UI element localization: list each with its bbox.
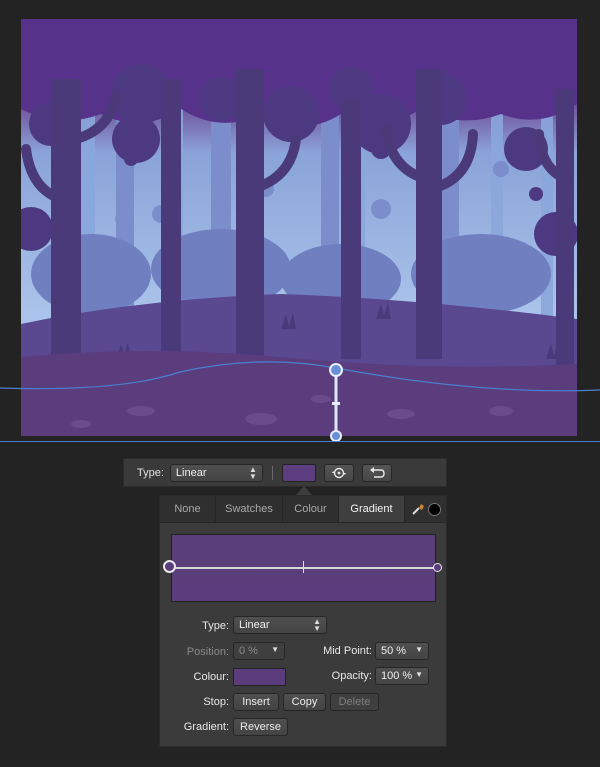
delete-stop-button[interactable]: Delete: [330, 693, 379, 711]
selection-outline: [0, 361, 600, 442]
gradient-label: Gradient:: [183, 721, 229, 733]
toolbar-divider: [271, 465, 273, 480]
type-select-value: Linear: [175, 466, 207, 479]
reverse-gradient-button[interactable]: Reverse: [233, 718, 288, 736]
colour-label: Colour:: [193, 671, 229, 683]
dropdown-arrow-icon: ▼: [271, 645, 279, 654]
insert-stop-button[interactable]: Insert: [233, 693, 279, 711]
tab-tools: [405, 496, 446, 522]
mid-point-select[interactable]: 50 % ▼: [375, 642, 429, 660]
panel-type-value: Linear: [239, 619, 270, 631]
rotate-back-icon: [369, 466, 385, 478]
dropdown-arrow-icon: ▼: [415, 645, 423, 654]
tab-colour[interactable]: Colour: [283, 496, 339, 522]
panel-type-select[interactable]: Linear ▲ ▼: [233, 616, 327, 634]
color-picker-icon[interactable]: [411, 502, 425, 516]
tab-bar: None Swatches Colour Gradient: [160, 496, 446, 523]
opacity-select[interactable]: 100 % ▼: [375, 667, 429, 685]
tab-swatches[interactable]: Swatches: [216, 496, 283, 522]
gradient-track[interactable]: [163, 560, 442, 573]
fill-circle-icon[interactable]: [427, 502, 441, 516]
mid-point-label: Mid Point:: [323, 645, 372, 657]
select-arrows-icon: ▲ ▼: [248, 464, 257, 481]
guide-line: [0, 441, 600, 442]
reverse-button[interactable]: [361, 463, 392, 482]
popover-caret: [296, 486, 312, 495]
tab-none[interactable]: None: [160, 496, 216, 522]
type-select[interactable]: Linear ▲ ▼: [169, 463, 263, 482]
select-arrows-icon: ▲ ▼: [313, 617, 321, 633]
gradient-midpoint-handle[interactable]: [303, 561, 304, 573]
fill-swatch-button[interactable]: [281, 463, 316, 482]
gradient-stop-start[interactable]: [163, 560, 176, 573]
gradient-stop-end[interactable]: [433, 563, 442, 572]
panel-type-label: Type:: [202, 620, 229, 632]
swap-button[interactable]: [323, 463, 354, 482]
mid-point-value: 50 %: [381, 645, 407, 657]
colour-well[interactable]: [233, 668, 286, 686]
type-label: Type:: [137, 466, 164, 479]
context-toolbar: Type: Linear ▲ ▼: [123, 458, 447, 487]
position-value: 0 %: [239, 645, 258, 657]
position-select[interactable]: 0 % ▼: [233, 642, 285, 660]
opacity-label: Opacity:: [331, 670, 372, 682]
swap-icon: [331, 467, 346, 478]
tab-gradient[interactable]: Gradient: [339, 496, 405, 522]
gradient-panel: None Swatches Colour Gradient Type: Line…: [159, 495, 447, 747]
copy-stop-button[interactable]: Copy: [283, 693, 326, 711]
opacity-value: 100 %: [381, 670, 413, 682]
stop-label: Stop:: [203, 696, 229, 708]
dropdown-arrow-icon: ▼: [415, 670, 423, 679]
position-label: Position:: [186, 646, 229, 658]
